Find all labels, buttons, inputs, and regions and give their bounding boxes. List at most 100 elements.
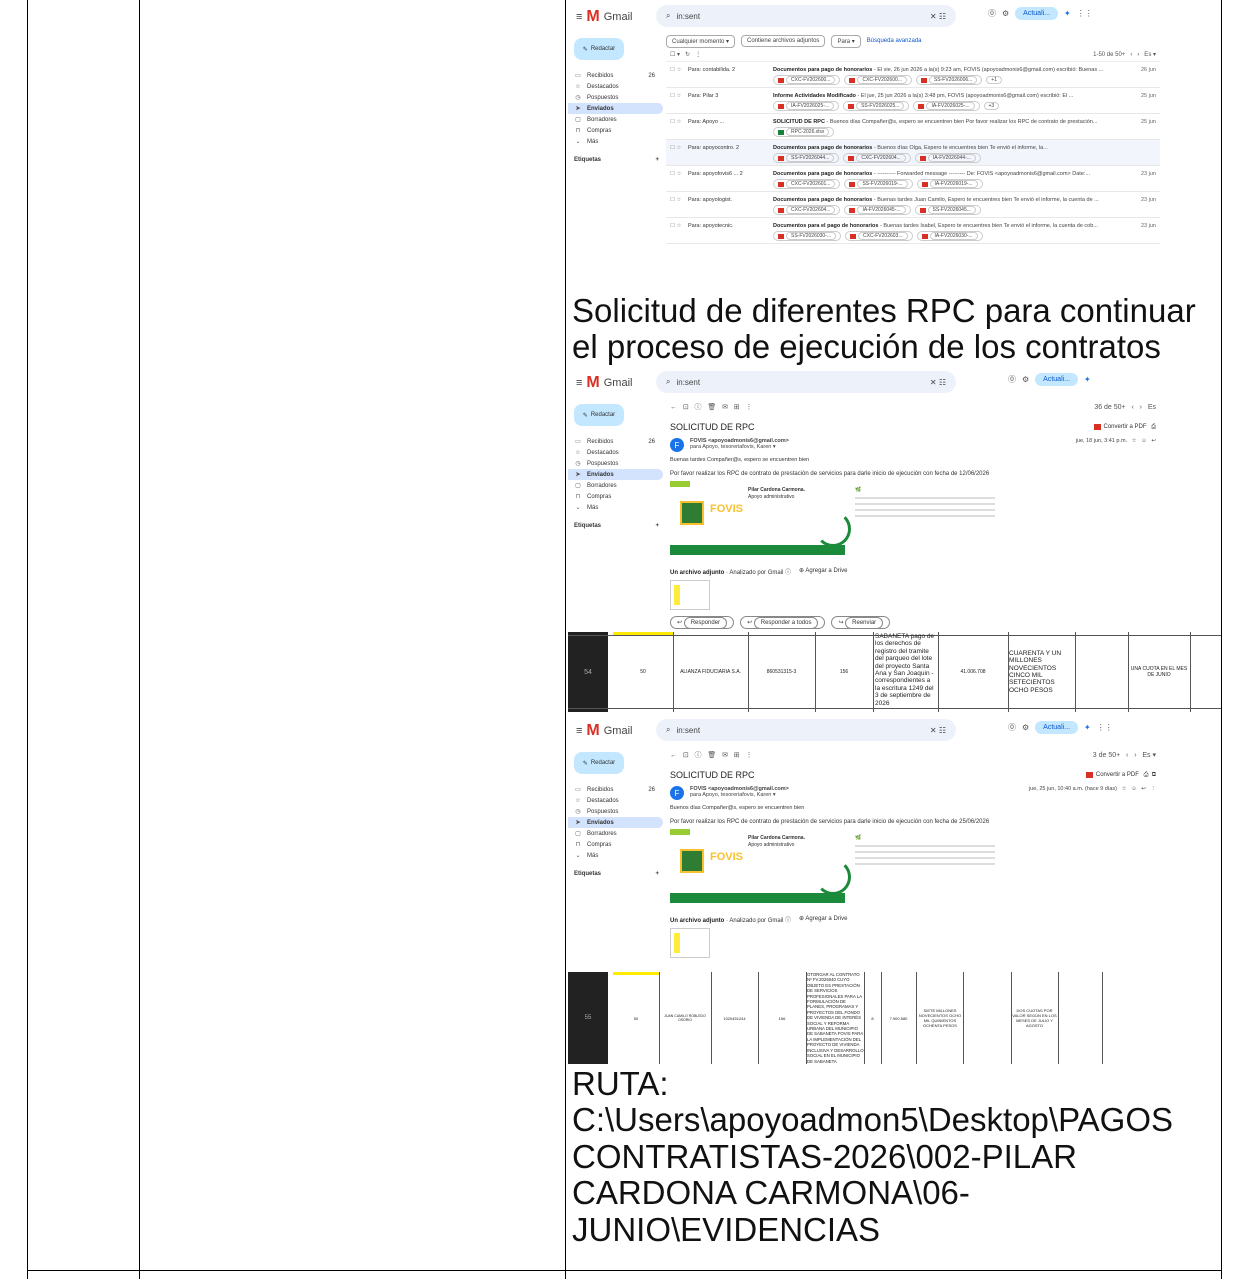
mail-list-item[interactable]: ☐ ☆ Para: apoyotecnic. Documentos para el … — [666, 218, 1160, 244]
status-pill[interactable]: Actuali... — [1035, 373, 1079, 386]
message-actions-icons[interactable]: ← ⊡ ⓘ 🗑 ✉ ⊞ ⋮ — [670, 750, 753, 760]
attachment-chip[interactable]: CXC-FV202603... — [845, 231, 913, 241]
recipients[interactable]: para Apoyo, tesoreriafovis, Karen ▾ — [690, 444, 789, 450]
attachment-chip[interactable]: SS-FV2026006... — [915, 75, 983, 85]
apps-icon[interactable]: ⋮⋮ — [1097, 723, 1113, 732]
sidebar-item-enviados[interactable]: ➤ Enviados — [568, 817, 663, 828]
attachment-chip[interactable]: SS-FV2026030-... — [773, 231, 842, 241]
sidebar-item-destacados[interactable]: ☆ Destacados — [568, 447, 663, 458]
convert-pdf-button[interactable]: Convertir a PDF ⎙ ⧉ — [1085, 772, 1156, 779]
attachment-chip[interactable]: CXC-FV202600... — [773, 75, 841, 85]
attachment-chip[interactable]: CXC-FV202604... — [843, 153, 911, 163]
attachment-chip[interactable]: CXC-FV202600... — [844, 75, 912, 85]
sidebar-item-recibidos[interactable]: ▭ Recibidos 26 — [568, 70, 663, 81]
reply-all-button[interactable]: ↩ Responder a todos — [740, 616, 826, 629]
sidebar-item-mas[interactable]: ⌄ Más — [568, 136, 663, 147]
add-drive-button[interactable]: ⊕ Agregar a Drive — [799, 915, 847, 924]
sidebar-item-compras[interactable]: ⊓ Compras — [568, 839, 663, 850]
sidebar-item-mas[interactable]: ⌄ Más — [568, 502, 663, 513]
menu-icon[interactable]: ≡ — [576, 11, 582, 23]
apps-icon[interactable]: ⋮⋮ — [1077, 9, 1093, 18]
mail-list-item[interactable]: ☐ ☆ Para: Apoyo ... SOLICITUD DE RPC - Bue… — [666, 114, 1160, 140]
help-icon[interactable]: ⓪ — [1008, 722, 1016, 733]
clear-search-icon[interactable]: ✕ ☷ — [930, 726, 946, 735]
recipients[interactable]: para Apoyo, tesoreriafovis, Karen ▾ — [690, 792, 789, 798]
settings-icon[interactable]: ⚙ — [1022, 723, 1029, 732]
sidebar-item-enviados[interactable]: ➤ Enviados — [568, 103, 663, 114]
search-input[interactable]: ⌕ in:sent ✕ ☷ — [656, 719, 956, 741]
gemini-icon[interactable]: ✦ — [1064, 9, 1071, 18]
sidebar-item-recibidos[interactable]: ▭ Recibidos 26 — [568, 784, 663, 795]
sidebar-item-mas[interactable]: ⌄ Más — [568, 850, 663, 861]
add-label-icon[interactable]: + — [655, 523, 659, 529]
sidebar-item-borradores[interactable]: ▢ Borradores — [568, 480, 663, 491]
attachment-chip[interactable]: SS-FV2026044... — [773, 153, 840, 163]
attachment-chip[interactable]: SS-FV2026045... — [914, 205, 981, 215]
clear-search-icon[interactable]: ✕ ☷ — [930, 378, 946, 387]
attachment-chip[interactable]: IA-FV2026030-... — [916, 231, 983, 241]
row-checkbox-star[interactable]: ☐ ☆ — [670, 67, 688, 73]
select-refresh-icons[interactable]: ☐ ▾ ↻ ⋮ — [670, 51, 701, 58]
sidebar-item-destacados[interactable]: ☆ Destacados — [568, 795, 663, 806]
attachment-chip[interactable]: SS-FV2026019-... — [844, 179, 913, 189]
advanced-search-link[interactable]: Búsqueda avanzada — [867, 38, 922, 44]
settings-icon[interactable]: ⚙ — [1002, 9, 1009, 18]
add-drive-button[interactable]: ⊕ Agregar a Drive — [799, 567, 847, 576]
more-attachments[interactable]: +1 — [986, 76, 1002, 84]
forward-button[interactable]: ↪ Reenviar — [831, 616, 891, 629]
attachment-chip[interactable]: CXC-FV202601... — [773, 179, 841, 189]
menu-icon[interactable]: ≡ — [576, 377, 582, 389]
sidebar-item-compras[interactable]: ⊓ Compras — [568, 125, 663, 136]
gemini-icon[interactable]: ✦ — [1084, 375, 1091, 384]
more-attachments[interactable]: +3 — [983, 102, 1000, 110]
sidebar-item-pospuestos[interactable]: ◷ Pospuestos — [568, 92, 663, 103]
compose-button[interactable]: ✎ Redactar — [574, 752, 624, 774]
attachment-chip[interactable]: IA-FV2026045-... — [844, 205, 911, 215]
reply-button[interactable]: ↩ Responder — [670, 616, 735, 629]
add-label-icon[interactable]: + — [655, 871, 659, 877]
attachment-chip[interactable]: CXC-FV202604... — [773, 205, 841, 215]
sidebar-item-destacados[interactable]: ☆ Destacados — [568, 81, 663, 92]
filter-chip-time[interactable]: Cualquier momento ▾ — [666, 34, 736, 48]
row-checkbox-star[interactable]: ☐ ☆ — [670, 119, 688, 125]
menu-icon[interactable]: ≡ — [576, 725, 582, 737]
attachment-thumbnail[interactable] — [670, 928, 710, 958]
sidebar-item-borradores[interactable]: ▢ Borradores — [568, 828, 663, 839]
sidebar-item-pospuestos[interactable]: ◷ Pospuestos — [568, 458, 663, 469]
row-checkbox-star[interactable]: ☐ ☆ — [670, 93, 688, 99]
attachment-chip[interactable]: IA-FV2026025-... — [913, 101, 980, 111]
row-checkbox-star[interactable]: ☐ ☆ — [670, 171, 688, 177]
convert-pdf-button[interactable]: Convertir a PDF ⎙ — [1093, 424, 1156, 431]
sidebar-item-enviados[interactable]: ➤ Enviados — [568, 469, 663, 480]
mail-list-item[interactable]: ☐ ☆ Para: apoyocontro. 2 Documentos para p… — [666, 140, 1160, 166]
attachment-chip[interactable]: IA-FV2026019-... — [916, 179, 983, 189]
add-label-icon[interactable]: + — [655, 157, 659, 163]
search-input[interactable]: ⌕ in:sent ✕ ☷ — [656, 371, 956, 393]
row-checkbox-star[interactable]: ☐ ☆ — [670, 197, 688, 203]
row-checkbox-star[interactable]: ☐ ☆ — [670, 223, 688, 229]
attachment-chip[interactable]: IA-FV2026044-... — [914, 153, 981, 163]
sidebar-item-pospuestos[interactable]: ◷ Pospuestos — [568, 806, 663, 817]
gemini-icon[interactable]: ✦ — [1084, 723, 1091, 732]
help-icon[interactable]: ⓪ — [988, 8, 996, 19]
attachment-chip[interactable]: SS-FV2026025... — [843, 101, 910, 111]
attachment-thumbnail[interactable] — [670, 580, 710, 610]
mail-list-item[interactable]: ☐ ☆ Para: apoyologist. Documentos para pag… — [666, 192, 1160, 218]
mail-list-item[interactable]: ☐ ☆ Para: apoyofovis6 ... 2 Documentos par… — [666, 166, 1160, 192]
mail-list-item[interactable]: ☐ ☆ Para: contabilida. 2 Documentos para p… — [666, 62, 1160, 88]
help-icon[interactable]: ⓪ — [1008, 374, 1016, 385]
sidebar-item-compras[interactable]: ⊓ Compras — [568, 491, 663, 502]
sidebar-item-borradores[interactable]: ▢ Borradores — [568, 114, 663, 125]
attachment-chip[interactable]: RPC-2026.xlsx — [773, 127, 835, 137]
mail-list-item[interactable]: ☐ ☆ Para: Pilar 3 Informe Actividades Modi… — [666, 88, 1160, 114]
status-pill[interactable]: Actuali... — [1015, 7, 1059, 20]
compose-button[interactable]: ✎ Redactar — [574, 38, 624, 60]
sidebar-item-recibidos[interactable]: ▭ Recibidos 26 — [568, 436, 663, 447]
attachment-chip[interactable]: IA-FV2026025-... — [773, 101, 840, 111]
message-actions-icons[interactable]: ← ⊡ ⓘ 🗑 ✉ ⊞ ⋮ — [670, 402, 753, 412]
status-pill[interactable]: Actuali... — [1035, 721, 1079, 734]
filter-chip-to[interactable]: Para ▾ — [831, 34, 861, 48]
clear-search-icon[interactable]: ✕ ☷ — [930, 12, 946, 21]
filter-chip-attachments[interactable]: Contiene archivos adjuntos — [741, 35, 826, 47]
settings-icon[interactable]: ⚙ — [1022, 375, 1029, 384]
